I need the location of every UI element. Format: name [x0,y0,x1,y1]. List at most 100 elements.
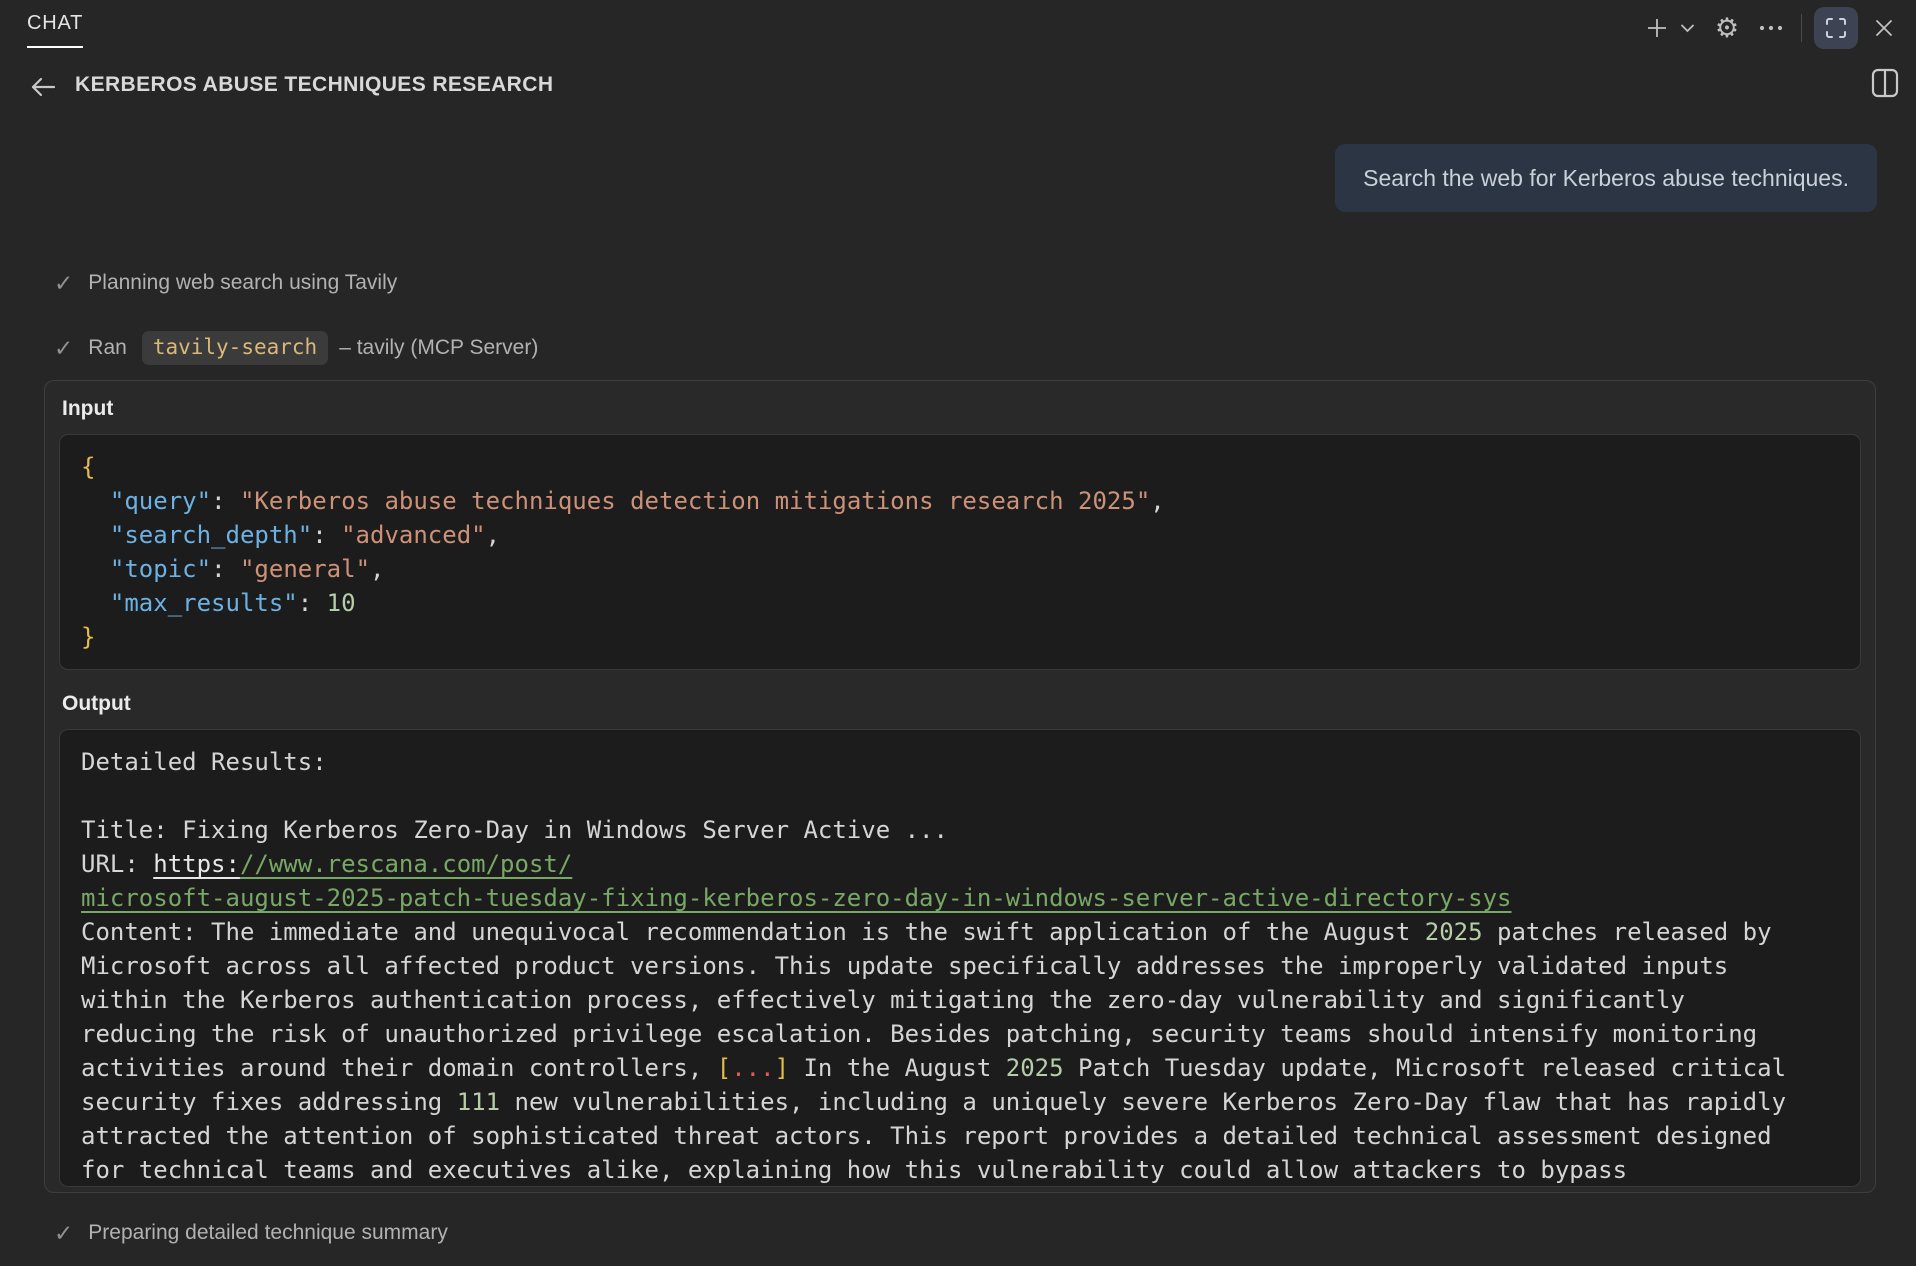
step-run-suffix: – tavily (MCP Server) [339,336,539,359]
code-token: 10 [326,589,356,617]
code-token: within the Kerberos authentication proce… [81,986,1685,1014]
code-token: 111 [456,1088,501,1116]
code-line: URL: https://www.rescana.com/post/ [81,847,1839,881]
code-token: Title: Fixing Kerberos Zero-Day in Windo… [81,816,948,844]
code-token: : [211,487,240,515]
tool-name-chip: tavily-search [141,331,329,365]
split-panel-toggle-button[interactable] [1869,66,1901,103]
result-url-link[interactable]: https: [153,850,240,878]
code-token: security fixes addressing [81,1088,457,1116]
step-tool-run[interactable]: ✓ Ran tavily-search – tavily (MCP Server… [54,331,538,365]
ellipsis-icon [1758,25,1784,31]
code-line: "query": "Kerberos abuse techniques dete… [81,484,1839,518]
code-token: , [485,521,501,549]
code-token: : [297,589,327,617]
output-code: Detailed Results: Title: Fixing Kerberos… [59,729,1861,1187]
more-options-button[interactable] [1753,10,1789,46]
result-url-link[interactable]: microsoft-august-2025-patch-tuesday-fixi… [81,884,1511,912]
code-token: "max_results" [109,589,298,617]
code-token: , [370,555,385,583]
tool-call-card: Input { "query": "Kerberos abuse techniq… [44,380,1876,1193]
thread-title: KERBEROS ABUSE TECHNIQUES RESEARCH [75,73,554,96]
code-line: for technical teams and executives alike… [81,1153,1839,1186]
gear-icon: ⚙ [1714,12,1740,44]
code-token: { [81,453,96,481]
code-token: } [81,623,96,651]
result-url-link[interactable]: //www.rescana.com/post/ [240,850,572,878]
code-token: [ [716,1054,732,1082]
tab-chat-label: CHAT [27,12,84,34]
fullscreen-icon [1825,17,1847,39]
code-line: "search_depth": "advanced", [81,518,1839,552]
new-chat-dropdown-button[interactable] [1675,10,1699,46]
input-code: { "query": "Kerberos abuse techniques de… [59,434,1861,670]
input-section-label: Input [62,397,114,420]
close-icon [1874,18,1894,38]
code-token: , [1150,487,1165,515]
code-token: patches released by [1482,918,1772,946]
step-label: Planning web search using Tavily [88,271,398,294]
code-token: : [211,555,240,583]
toolbar-divider [1801,14,1802,42]
expand-panel-button[interactable] [1814,7,1858,49]
code-token: : [312,521,342,549]
code-token: Content: The immediate and unequivocal r… [81,918,1425,946]
check-icon: ✓ [54,334,74,361]
code-token: "search_depth" [109,521,313,549]
code-line: within the Kerberos authentication proce… [81,983,1839,1017]
step-planning-web-search[interactable]: ✓ Planning web search using Tavily [54,271,397,295]
code-line: } [81,620,1839,654]
step-preparing-summary[interactable]: ✓ Preparing detailed technique summary [54,1221,448,1245]
step-run-prefix: Ran [88,336,127,359]
code-line: "max_results": 10 [81,586,1839,620]
code-token: new vulnerabilities, including a uniquel… [500,1088,1787,1116]
code-token: In the August [789,1054,1006,1082]
topbar-actions: ⚙ [1639,6,1902,50]
code-token: 2025 [1005,1054,1064,1082]
thread-header: KERBEROS ABUSE TECHNIQUES RESEARCH [0,64,1916,108]
code-token: reducing the risk of unauthorized privil… [81,1020,1758,1048]
code-line: Title: Fixing Kerberos Zero-Day in Windo… [81,813,1839,847]
code-token: attracted the attention of sophisticated… [81,1122,1772,1150]
code-token: Detailed Results: [81,748,327,776]
code-token: ... [731,1054,775,1082]
code-token: "query" [109,487,212,515]
code-token: "topic" [109,555,212,583]
code-line: microsoft-august-2025-patch-tuesday-fixi… [81,881,1839,915]
code-line: reducing the risk of unauthorized privil… [81,1017,1839,1051]
back-button[interactable] [24,70,62,107]
top-bar: CHAT ⚙ [0,0,1916,58]
split-panel-icon [1871,68,1899,101]
arrow-left-icon [28,77,58,103]
code-token: Microsoft across all affected product ve… [81,952,1729,980]
code-token: "advanced" [341,521,486,549]
check-icon: ✓ [54,269,74,296]
code-line: activities around their domain controlle… [81,1051,1839,1085]
user-message-bubble: Search the web for Kerberos abuse techni… [1335,144,1877,212]
check-icon: ✓ [54,1219,74,1246]
code-line: { [81,450,1839,484]
new-chat-button[interactable] [1639,10,1675,46]
code-token: activities around their domain controlle… [81,1054,717,1082]
code-line: Detailed Results: [81,745,1839,779]
code-line: Content: The immediate and unequivocal r… [81,915,1839,949]
code-token: for technical teams and executives alike… [81,1156,1628,1184]
code-token: 2025 [1424,918,1483,946]
tab-chat[interactable]: CHAT [27,10,84,48]
tab-active-underline [27,46,84,48]
plus-icon [1645,16,1669,40]
chevron-down-icon [1680,23,1695,33]
code-token: Patch Tuesday update, Microsoft released… [1063,1054,1787,1082]
code-token: ] [774,1054,790,1082]
code-token: "Kerberos abuse techniques detection mit… [239,487,1151,515]
close-panel-button[interactable] [1866,10,1902,46]
code-line: Microsoft across all affected product ve… [81,949,1839,983]
code-token: URL: [81,850,154,878]
step-label: Preparing detailed technique summary [88,1221,448,1244]
output-section-label: Output [62,692,131,715]
settings-button[interactable]: ⚙ [1709,10,1745,46]
